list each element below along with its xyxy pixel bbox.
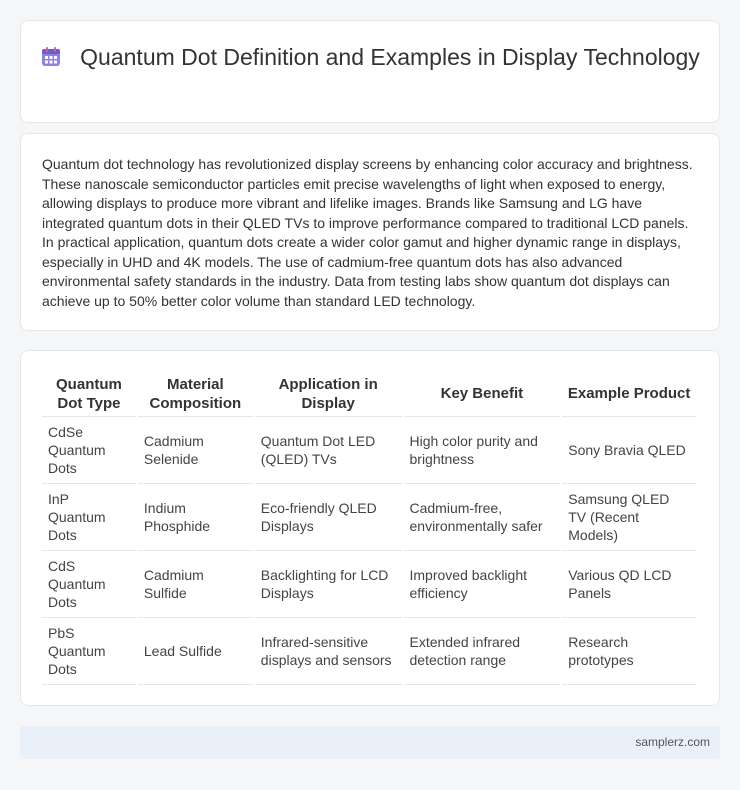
cell-product: Research prototypes: [561, 617, 698, 685]
cell-type: CdS Quantum Dots: [42, 550, 138, 618]
cell-product: Sony Bravia QLED: [561, 416, 698, 484]
footer-site-link[interactable]: samplerz.com: [635, 735, 710, 749]
cell-application: Backlighting for LCD Displays: [253, 550, 404, 618]
header-material-composition: Material Composition: [136, 372, 255, 417]
cell-type: InP Quantum Dots: [42, 483, 138, 551]
footer-bar: samplerz.com: [20, 726, 720, 759]
cell-product: Samsung QLED TV (Recent Models): [561, 483, 698, 551]
quantum-dot-table: Quantum Dot Type Material Composition Ap…: [42, 372, 698, 685]
cell-type: CdSe Quantum Dots: [42, 416, 138, 484]
intro-card: Quantum dot technology has revolutionize…: [20, 133, 720, 331]
header-key-benefit: Key Benefit: [402, 372, 563, 417]
cell-benefit: High color purity and brightness: [402, 416, 563, 484]
header-quantum-dot-type: Quantum Dot Type: [42, 372, 138, 417]
cell-application: Infrared-sensitive displays and sensors: [253, 617, 404, 685]
header-application: Application in Display: [253, 372, 404, 417]
intro-paragraph: Quantum dot technology has revolutionize…: [42, 156, 693, 309]
page-title-wrap: Quantum Dot Definition and Examples in D…: [21, 43, 719, 72]
title-card: Quantum Dot Definition and Examples in D…: [20, 20, 720, 123]
header-example-product: Example Product: [561, 372, 698, 417]
cell-benefit: Cadmium-free, environmentally safer: [402, 483, 563, 551]
page-title: Quantum Dot Definition and Examples in D…: [80, 44, 700, 70]
cell-application: Eco-friendly QLED Displays: [253, 483, 404, 551]
calendar-icon: [40, 46, 62, 68]
cell-material: Cadmium Selenide: [136, 416, 255, 484]
table-row: PbS Quantum Dots Lead Sulfide Infrared-s…: [42, 617, 698, 685]
cell-benefit: Extended infrared detection range: [402, 617, 563, 685]
cell-product: Various QD LCD Panels: [561, 550, 698, 618]
cell-type: PbS Quantum Dots: [42, 617, 138, 685]
table-row: InP Quantum Dots Indium Phosphide Eco-fr…: [42, 483, 698, 551]
table-header-row: Quantum Dot Type Material Composition Ap…: [42, 372, 698, 417]
cell-benefit: Improved backlight efficiency: [402, 550, 563, 618]
cell-material: Lead Sulfide: [136, 617, 255, 685]
table-row: CdS Quantum Dots Cadmium Sulfide Backlig…: [42, 550, 698, 618]
table-card: Quantum Dot Type Material Composition Ap…: [20, 350, 720, 706]
cell-material: Indium Phosphide: [136, 483, 255, 551]
cell-application: Quantum Dot LED (QLED) TVs: [253, 416, 404, 484]
cell-material: Cadmium Sulfide: [136, 550, 255, 618]
table-row: CdSe Quantum Dots Cadmium Selenide Quant…: [42, 416, 698, 484]
